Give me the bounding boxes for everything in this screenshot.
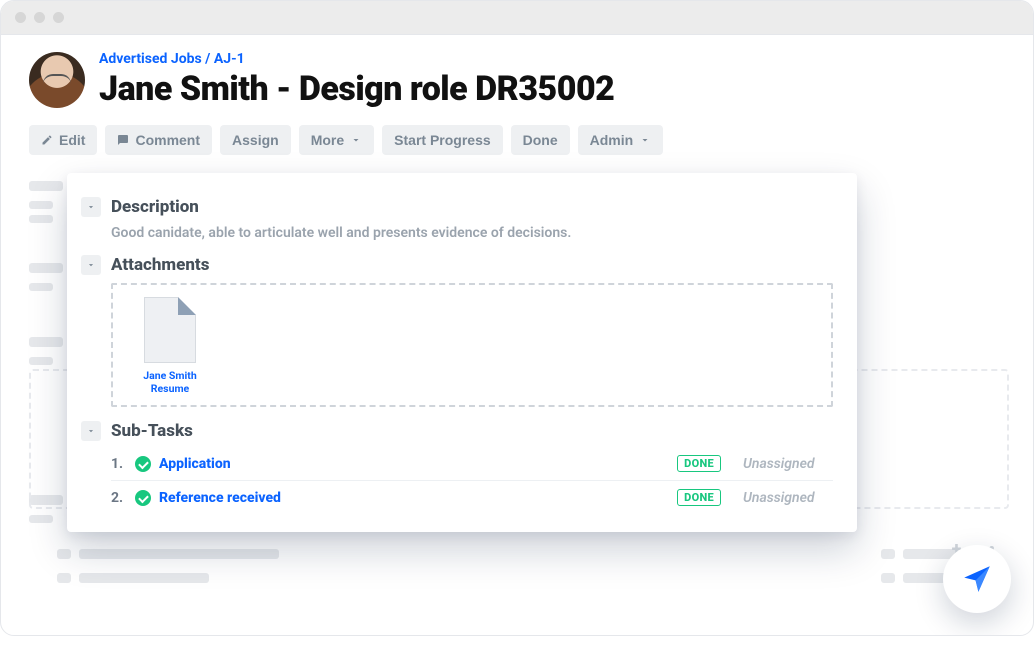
description-section-header: Description — [81, 197, 833, 217]
toolbar: Edit Comment Assign More Start Progress … — [1, 119, 1033, 167]
more-label: More — [311, 132, 344, 148]
subtasks-title: Sub-Tasks — [111, 421, 193, 441]
skeleton — [29, 215, 53, 223]
document-icon — [144, 297, 196, 363]
page-title: Jane Smith - Design role DR35002 — [99, 69, 614, 109]
skeleton — [57, 549, 71, 559]
subtask-assignee[interactable]: Unassigned — [743, 456, 833, 472]
status-badge: DONE — [677, 489, 721, 506]
pencil-icon — [41, 134, 53, 146]
skeleton — [29, 337, 63, 347]
skeleton — [881, 549, 895, 559]
chevron-down-icon — [86, 202, 96, 212]
attachments-section-header: Attachments — [81, 255, 833, 275]
content-area: + ••• Description Good canidate, able to… — [1, 173, 1033, 532]
page-header: Advertised Jobs / AJ-1 Jane Smith - Desi… — [1, 35, 1033, 119]
subtask-name[interactable]: Application — [159, 456, 231, 472]
app-window: Advertised Jobs / AJ-1 Jane Smith - Desi… — [0, 0, 1034, 636]
skeleton — [29, 263, 63, 273]
admin-label: Admin — [590, 132, 634, 148]
attachment-item[interactable]: Jane Smith Resume — [125, 297, 215, 395]
attachments-toggle[interactable] — [81, 255, 101, 275]
admin-button[interactable]: Admin — [578, 125, 664, 155]
skeleton — [29, 357, 53, 365]
fab-button[interactable] — [943, 545, 1011, 613]
status-badge: DONE — [677, 455, 721, 472]
send-icon — [960, 562, 994, 596]
window-titlebar — [1, 1, 1033, 35]
breadcrumb[interactable]: Advertised Jobs / AJ-1 — [99, 51, 614, 67]
check-circle-icon — [135, 490, 151, 506]
skeleton — [29, 283, 53, 291]
window-control-minimize[interactable] — [34, 12, 45, 23]
chevron-down-icon — [86, 260, 96, 270]
subtasks-toggle[interactable] — [81, 421, 101, 441]
subtask-name[interactable]: Reference received — [159, 490, 281, 506]
edit-button[interactable]: Edit — [29, 125, 97, 155]
edit-label: Edit — [59, 132, 85, 148]
assign-label: Assign — [232, 132, 279, 148]
skeleton — [29, 201, 53, 209]
breadcrumb-parent[interactable]: Advertised Jobs — [99, 51, 202, 67]
start-progress-label: Start Progress — [394, 132, 490, 148]
comment-button[interactable]: Comment — [105, 125, 212, 155]
check-circle-icon — [135, 456, 151, 472]
subtasks-list: 1. Application DONE Unassigned 2. Refere… — [111, 447, 833, 514]
done-label: Done — [523, 132, 558, 148]
description-text: Good canidate, able to articulate well a… — [111, 225, 833, 241]
skeleton — [881, 573, 895, 583]
skeleton — [57, 573, 71, 583]
breadcrumb-key[interactable]: AJ-1 — [214, 51, 245, 67]
avatar[interactable] — [29, 52, 85, 108]
description-toggle[interactable] — [81, 197, 101, 217]
breadcrumb-sep: / — [205, 51, 210, 67]
skeleton — [79, 549, 279, 559]
detail-panel: Description Good canidate, able to artic… — [67, 173, 857, 532]
chevron-down-icon — [639, 134, 651, 146]
chevron-down-icon — [350, 134, 362, 146]
subtask-row[interactable]: 1. Application DONE Unassigned — [111, 447, 833, 481]
subtask-row[interactable]: 2. Reference received DONE Unassigned — [111, 481, 833, 514]
more-button[interactable]: More — [299, 125, 374, 155]
window-control-maximize[interactable] — [53, 12, 64, 23]
skeleton — [79, 573, 209, 583]
subtask-ordinal: 1. — [111, 456, 127, 472]
assign-button[interactable]: Assign — [220, 125, 291, 155]
skeleton — [29, 515, 53, 523]
description-title: Description — [111, 197, 199, 217]
attachments-title: Attachments — [111, 255, 209, 275]
attachment-name: Jane Smith Resume — [125, 369, 215, 395]
subtask-assignee[interactable]: Unassigned — [743, 490, 833, 506]
comment-icon — [117, 134, 129, 146]
done-button[interactable]: Done — [511, 125, 570, 155]
attachments-dropzone[interactable]: Jane Smith Resume — [111, 283, 833, 407]
comment-label: Comment — [135, 132, 200, 148]
subtasks-section-header: Sub-Tasks — [81, 421, 833, 441]
start-progress-button[interactable]: Start Progress — [382, 125, 502, 155]
skeleton — [29, 181, 63, 191]
window-control-close[interactable] — [15, 12, 26, 23]
chevron-down-icon — [86, 426, 96, 436]
subtask-ordinal: 2. — [111, 490, 127, 506]
